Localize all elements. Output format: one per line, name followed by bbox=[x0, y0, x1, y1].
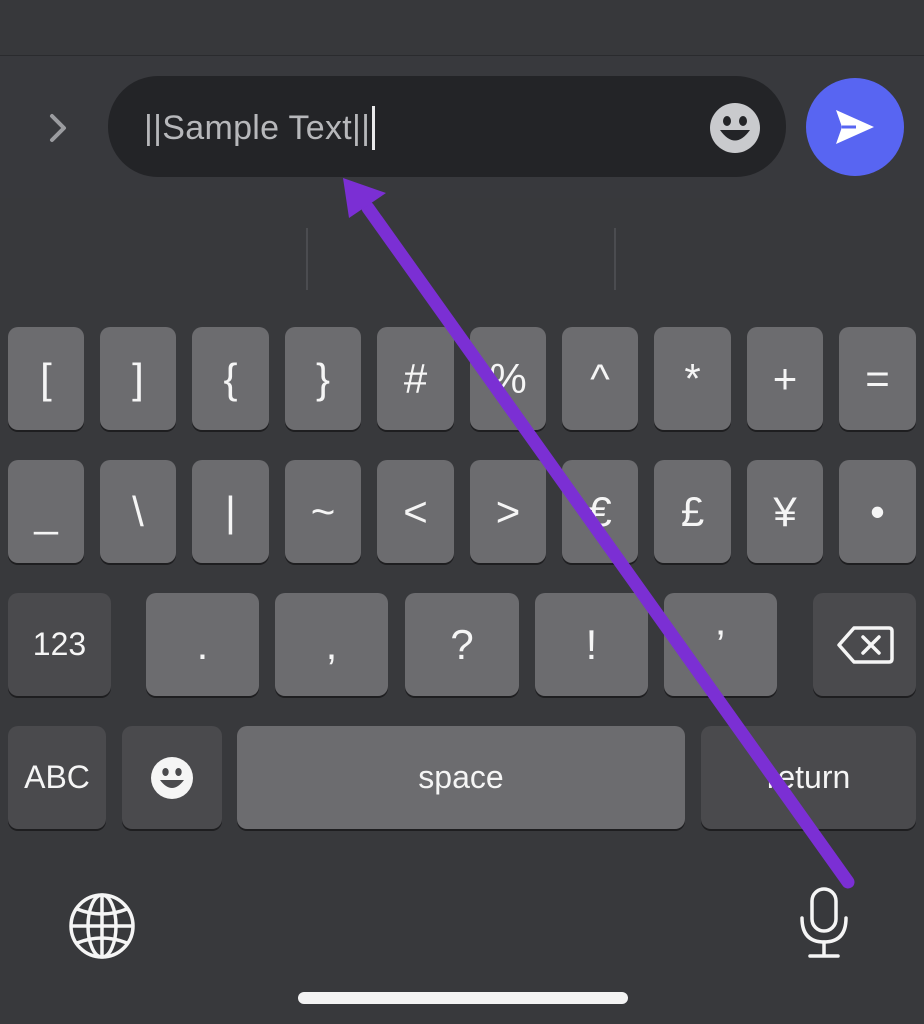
key-label: ¥ bbox=[773, 487, 797, 535]
key-period[interactable]: . bbox=[146, 593, 259, 696]
key-comma[interactable]: , bbox=[275, 593, 388, 696]
key-asterisk[interactable]: * bbox=[654, 327, 731, 430]
suggestion-divider bbox=[614, 228, 616, 290]
key-label: { bbox=[223, 354, 238, 402]
microphone-icon[interactable] bbox=[796, 886, 852, 960]
key-label: } bbox=[315, 354, 331, 402]
key-label: * bbox=[684, 354, 701, 402]
key-label: ABC bbox=[24, 759, 90, 795]
key-numbers-mode[interactable]: 123 bbox=[8, 593, 111, 696]
key-label: | bbox=[225, 487, 236, 535]
key-label: £ bbox=[680, 487, 705, 535]
key-label: • bbox=[870, 487, 885, 535]
status-bar bbox=[0, 0, 924, 56]
delete-button[interactable] bbox=[813, 593, 916, 696]
key-label: space bbox=[418, 759, 504, 795]
key-hash[interactable]: # bbox=[377, 327, 454, 430]
message-input-text[interactable]: ||Sample Text|| bbox=[144, 104, 376, 152]
key-right-brace[interactable]: } bbox=[285, 327, 361, 430]
key-label: ^ bbox=[590, 354, 610, 402]
home-indicator[interactable] bbox=[298, 992, 628, 1004]
key-right-bracket[interactable]: ] bbox=[100, 327, 176, 430]
key-label: . bbox=[196, 620, 209, 668]
key-label: # bbox=[403, 354, 428, 402]
paper-plane-icon bbox=[836, 110, 874, 144]
key-apostrophe[interactable]: ’ bbox=[664, 593, 777, 696]
key-greater-than[interactable]: > bbox=[470, 460, 546, 563]
chevron-right-icon[interactable] bbox=[38, 106, 78, 150]
key-label: \ bbox=[132, 487, 144, 535]
key-yen[interactable]: ¥ bbox=[747, 460, 823, 563]
key-label: = bbox=[865, 354, 890, 402]
key-plus[interactable]: + bbox=[747, 327, 823, 430]
key-label: ? bbox=[450, 620, 474, 668]
key-label: + bbox=[772, 354, 798, 402]
key-left-bracket[interactable]: [ bbox=[8, 327, 84, 430]
key-backslash[interactable]: \ bbox=[100, 460, 176, 563]
key-label: % bbox=[489, 354, 527, 402]
smiley-face-icon bbox=[151, 756, 193, 799]
backspace-icon bbox=[836, 625, 894, 664]
key-label: ! bbox=[585, 620, 598, 668]
send-button[interactable] bbox=[806, 78, 904, 176]
key-less-than[interactable]: < bbox=[377, 460, 454, 563]
key-label: ’ bbox=[715, 620, 726, 668]
key-question[interactable]: ? bbox=[405, 593, 519, 696]
emoji-keyboard-button[interactable] bbox=[122, 726, 222, 829]
suggestion-divider bbox=[306, 228, 308, 290]
key-caret[interactable]: ^ bbox=[562, 327, 638, 430]
key-euro[interactable]: € bbox=[562, 460, 638, 563]
globe-icon[interactable] bbox=[68, 892, 136, 960]
key-percent[interactable]: % bbox=[470, 327, 546, 430]
space-key[interactable]: space bbox=[237, 726, 685, 829]
key-label: > bbox=[495, 487, 521, 535]
key-label: 123 bbox=[32, 626, 87, 662]
key-abc-mode[interactable]: ABC bbox=[8, 726, 106, 829]
key-label: ] bbox=[132, 354, 144, 402]
key-label: [ bbox=[40, 354, 52, 402]
key-label: return bbox=[766, 759, 851, 795]
key-underscore[interactable]: _ bbox=[8, 460, 84, 563]
return-key[interactable]: return bbox=[701, 726, 916, 829]
key-label: € bbox=[588, 487, 612, 535]
smiley-face-icon[interactable] bbox=[708, 101, 762, 155]
key-label: < bbox=[403, 487, 428, 535]
key-bullet[interactable]: • bbox=[839, 460, 916, 563]
message-input-value: ||Sample Text|| bbox=[144, 108, 371, 147]
key-equals[interactable]: = bbox=[839, 327, 916, 430]
key-label: ~ bbox=[310, 487, 336, 535]
key-tilde[interactable]: ~ bbox=[285, 460, 361, 563]
key-pound[interactable]: £ bbox=[654, 460, 731, 563]
key-left-brace[interactable]: { bbox=[192, 327, 269, 430]
key-pipe[interactable]: | bbox=[192, 460, 269, 563]
key-label: , bbox=[325, 620, 338, 668]
key-exclamation[interactable]: ! bbox=[535, 593, 648, 696]
key-label: _ bbox=[34, 487, 58, 535]
text-caret bbox=[372, 106, 376, 150]
